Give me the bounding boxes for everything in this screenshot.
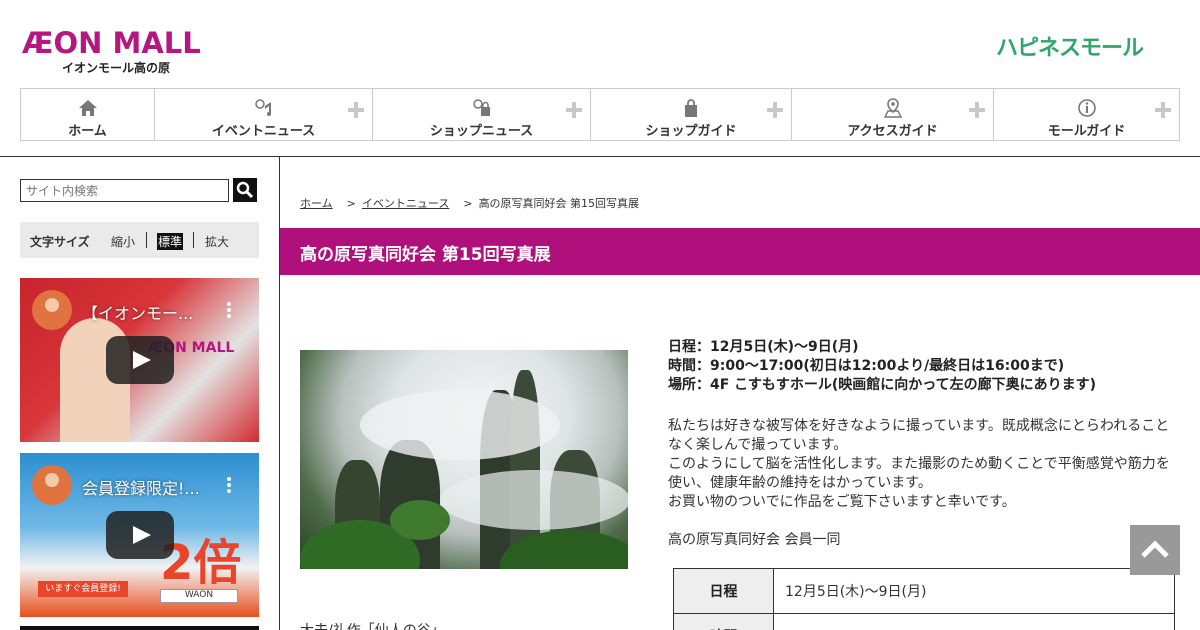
event-photo <box>300 350 628 569</box>
table-value-cell: 12月5日(木)～9日(月) <box>773 568 1175 614</box>
global-nav: ホーム イベントニュース ショップニュース ショップガイド アクセスガイド モー… <box>20 88 1180 141</box>
event-description-line: お買い物のついでに作品をご覧下さいますと幸いです。 <box>668 494 1016 510</box>
font-size-switcher: 文字サイズ 縮小 標準 拡大 <box>20 222 259 258</box>
nav-label: ショップガイド <box>645 124 737 139</box>
table-row: 時間 <box>673 613 1175 630</box>
info-icon <box>1077 99 1096 117</box>
video-cta-text: いますぐ会員登録! <box>38 581 128 597</box>
event-icon <box>254 99 271 116</box>
breadcrumb-events-link[interactable]: イベントニュース <box>362 197 449 210</box>
event-date: 日程：12月5日(木)～9日(月) <box>668 339 859 355</box>
aeon-mall-logo[interactable]: ÆON MALL イオンモール高の原 <box>22 26 201 75</box>
nav-item-shop-news[interactable]: ショップニュース <box>373 89 591 140</box>
play-button-icon[interactable] <box>106 511 174 559</box>
video-title[interactable]: 【イオンモー... <box>82 300 193 324</box>
breadcrumb: ホーム > イベントニュース > 高の原写真同好会 第15回写真展 <box>300 195 639 211</box>
youtube-video-3[interactable] <box>20 626 259 630</box>
channel-avatar[interactable] <box>32 290 72 330</box>
more-vert-icon[interactable] <box>227 477 231 493</box>
table-header-cell: 日程 <box>673 568 774 614</box>
event-description-line: なく楽しんで撮っています。 <box>668 437 848 453</box>
chevron-up-icon <box>1141 540 1169 558</box>
nav-item-access[interactable]: アクセスガイド <box>792 89 994 140</box>
nav-label: ショップニュース <box>429 124 534 139</box>
event-description-line: このようにして脳を活性化します。また撮影のため動くことで平衡感覚や筋力を <box>668 456 1170 472</box>
nav-item-mall-guide[interactable]: モールガイド <box>994 89 1179 140</box>
event-signature: 高の原写真同好会 会員一同 <box>668 532 841 548</box>
nav-item-shop-guide[interactable]: ショップガイド <box>591 89 792 140</box>
breadcrumb-separator: > <box>463 197 473 210</box>
breadcrumb-current: 高の原写真同好会 第15回写真展 <box>478 197 640 210</box>
shopping-bag-icon <box>685 99 697 117</box>
table-row: 日程 12月5日(木)～9日(月) <box>673 568 1175 614</box>
breadcrumb-home-link[interactable]: ホーム <box>300 197 333 210</box>
home-icon <box>78 100 97 116</box>
play-button-icon[interactable] <box>106 336 174 384</box>
nav-label: モールガイド <box>1047 124 1126 139</box>
event-place: 場所：4F こすもすホール(映画館に向かって左の廊下奥にあります) <box>668 377 1096 393</box>
video-waon-text: WAON <box>160 589 238 603</box>
back-to-top-button[interactable] <box>1130 525 1180 575</box>
search-input[interactable] <box>20 179 229 202</box>
shop-news-icon <box>472 99 490 116</box>
table-header-cell: 時間 <box>673 613 774 630</box>
font-size-label: 文字サイズ <box>30 235 90 249</box>
video-title[interactable]: 会員登録限定!... <box>82 475 200 499</box>
font-size-large[interactable]: 拡大 <box>205 233 229 250</box>
more-vert-icon[interactable] <box>227 302 231 318</box>
youtube-video-1[interactable]: ÆON MALL 【イオンモー... <box>20 278 259 442</box>
font-size-normal[interactable]: 標準 <box>157 233 184 250</box>
site-header: ÆON MALL イオンモール高の原 ハピネスモール ホーム イベントニュース … <box>0 0 1200 157</box>
map-pin-icon <box>883 98 902 118</box>
nav-item-events[interactable]: イベントニュース <box>155 89 373 140</box>
font-size-small[interactable]: 縮小 <box>111 233 135 250</box>
page-title-bar: 高の原写真同好会 第15回写真展 <box>280 228 1200 275</box>
divider <box>146 232 147 248</box>
plus-icon[interactable] <box>1155 102 1171 118</box>
plus-icon[interactable] <box>348 102 364 118</box>
sidebar: 文字サイズ 縮小 標準 拡大 ÆON MALL 【イオンモー... 2倍 WAO… <box>0 157 280 630</box>
search-icon <box>236 181 254 199</box>
happiness-mall-logo[interactable]: ハピネスモール <box>996 30 1144 62</box>
event-description-line: 私たちは好きな被写体を好きなように撮っています。既成概念にとらわれること <box>668 418 1170 434</box>
search-button[interactable] <box>233 178 257 202</box>
event-description-line: 使い、健康年齢の維持をはかっています。 <box>668 475 932 491</box>
event-time: 時間：9:00～17:00(初日は12:00より/最終日は16:00まで) <box>668 358 1065 374</box>
logo-subtitle: イオンモール高の原 <box>62 61 171 75</box>
logo-wordmark: ÆON MALL <box>22 26 201 60</box>
youtube-video-2[interactable]: 2倍 WAON いますぐ会員登録! 会員登録限定!... <box>20 453 259 617</box>
channel-avatar[interactable] <box>32 465 72 505</box>
plus-icon[interactable] <box>767 102 783 118</box>
photo-caption: 大夫/礼作「仙人の谷」 <box>300 620 445 630</box>
table-value-cell <box>773 613 1175 630</box>
divider <box>193 232 194 248</box>
plus-icon[interactable] <box>566 102 582 118</box>
nav-item-home[interactable]: ホーム <box>21 89 155 140</box>
nav-label: イベントニュース <box>211 124 316 139</box>
page-title: 高の原写真同好会 第15回写真展 <box>300 245 551 265</box>
nav-label: アクセスガイド <box>847 124 938 139</box>
plus-icon[interactable] <box>969 102 985 118</box>
breadcrumb-separator: > <box>346 197 356 210</box>
schedule-table: 日程 12月5日(木)～9日(月) 時間 <box>673 568 1175 630</box>
nav-label: ホーム <box>68 124 107 139</box>
